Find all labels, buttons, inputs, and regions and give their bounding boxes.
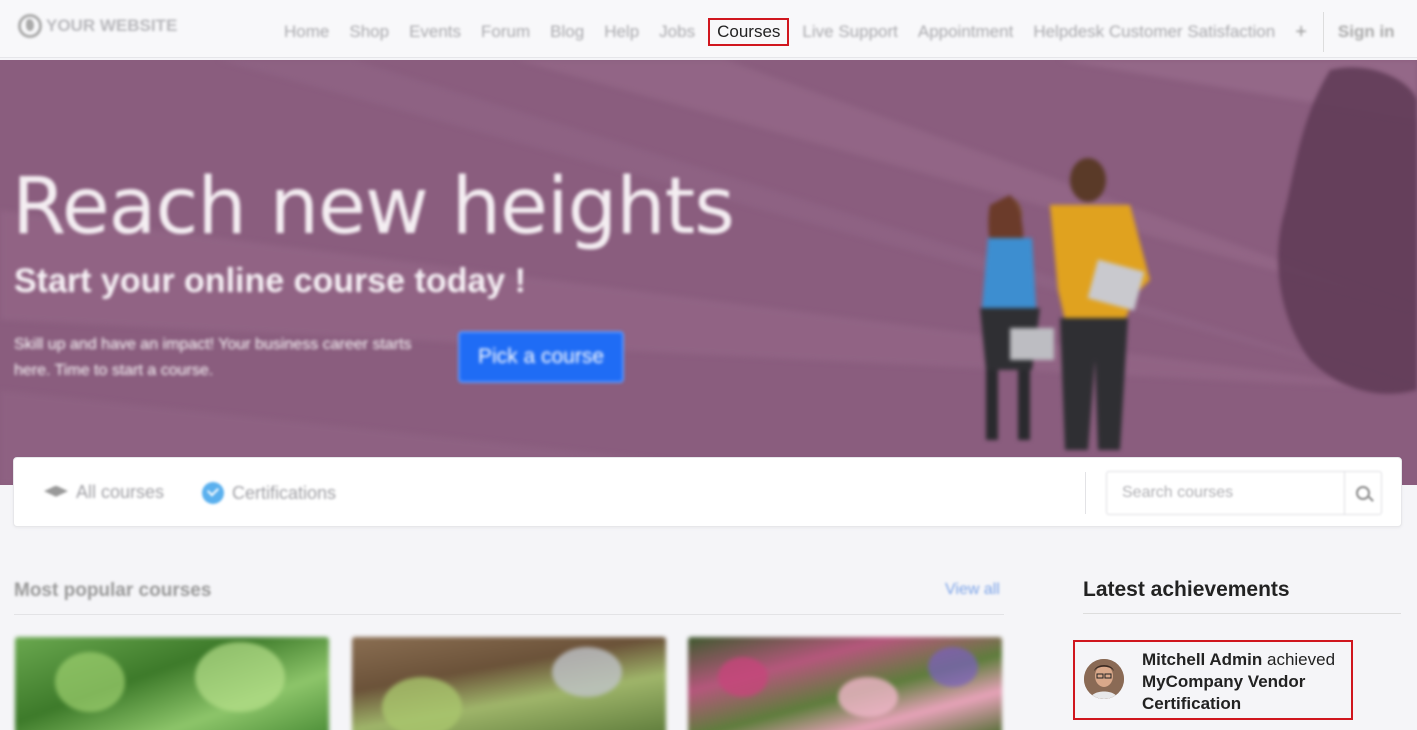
nav-item-forum[interactable]: Forum — [471, 18, 540, 46]
nav-item-shop[interactable]: Shop — [339, 18, 399, 46]
pick-course-button[interactable]: Pick a course — [458, 331, 624, 383]
view-all-link[interactable]: View all — [945, 581, 1000, 599]
site-header: YOUR WEBSITE Home Shop Events Forum Blog… — [0, 0, 1417, 58]
course-card[interactable] — [688, 637, 1002, 730]
main-nav: Home Shop Events Forum Blog Help Jobs Co… — [274, 12, 1403, 52]
hero-illustration — [980, 67, 1417, 450]
hero-description: Skill up and have an impact! Your busine… — [14, 336, 412, 379]
tab-certifications[interactable]: Certifications — [202, 482, 336, 504]
user-avatar-image — [1084, 659, 1124, 699]
course-card[interactable] — [352, 637, 666, 730]
course-search — [1106, 471, 1382, 515]
check-badge-icon — [202, 482, 224, 504]
nav-item-jobs[interactable]: Jobs — [649, 18, 705, 46]
graduation-cap-icon — [44, 485, 68, 497]
section-divider — [14, 614, 1004, 615]
nav-item-events[interactable]: Events — [399, 18, 471, 46]
hero-subtitle: Start your online course today ! — [14, 262, 526, 300]
hero-title: Reach new heights — [12, 162, 735, 252]
nav-item-help[interactable]: Help — [594, 18, 649, 46]
nav-divider — [1322, 12, 1324, 52]
achievement-certification[interactable]: MyCompany Vendor Certification — [1142, 671, 1352, 715]
nav-item-courses[interactable]: Courses — [708, 18, 790, 46]
tab-label: All courses — [76, 482, 165, 502]
search-button[interactable] — [1344, 472, 1381, 514]
achievement-user[interactable]: Mitchell Admin — [1142, 650, 1262, 669]
nav-item-helpdesk[interactable]: Helpdesk Customer Satisfaction — [1023, 18, 1285, 46]
section-divider — [1083, 613, 1401, 614]
nav-item-appointment[interactable]: Appointment — [908, 18, 1023, 46]
site-logo[interactable]: YOUR WEBSITE — [18, 14, 177, 38]
plus-icon[interactable]: + — [1285, 21, 1317, 44]
tab-all-courses[interactable]: All courses — [44, 482, 164, 503]
tabs-divider — [1085, 472, 1086, 514]
achievement-text: Mitchell Admin achieved MyCompany Vendor… — [1142, 649, 1352, 715]
search-icon — [1356, 486, 1370, 500]
course-card[interactable] — [15, 637, 329, 730]
course-tabs-bar: All courses Certifications — [13, 457, 1402, 527]
avatar — [1084, 659, 1124, 699]
search-input[interactable] — [1107, 472, 1344, 514]
nav-item-live-support[interactable]: Live Support — [792, 18, 907, 46]
latest-achievements-title: Latest achievements — [1083, 578, 1290, 601]
nav-item-home[interactable]: Home — [274, 18, 339, 46]
achievement-item[interactable]: Mitchell Admin achieved MyCompany Vendor… — [1073, 640, 1353, 720]
nav-item-blog[interactable]: Blog — [540, 18, 594, 46]
popular-courses-title: Most popular courses — [14, 580, 212, 601]
achievement-verb: achieved — [1267, 650, 1336, 669]
sign-in-link[interactable]: Sign in — [1330, 18, 1403, 46]
hero-banner: Reach new heights Start your online cour… — [0, 60, 1417, 485]
globe-icon — [18, 14, 42, 38]
tab-label: Certifications — [232, 482, 337, 503]
logo-text: YOUR WEBSITE — [46, 16, 178, 35]
